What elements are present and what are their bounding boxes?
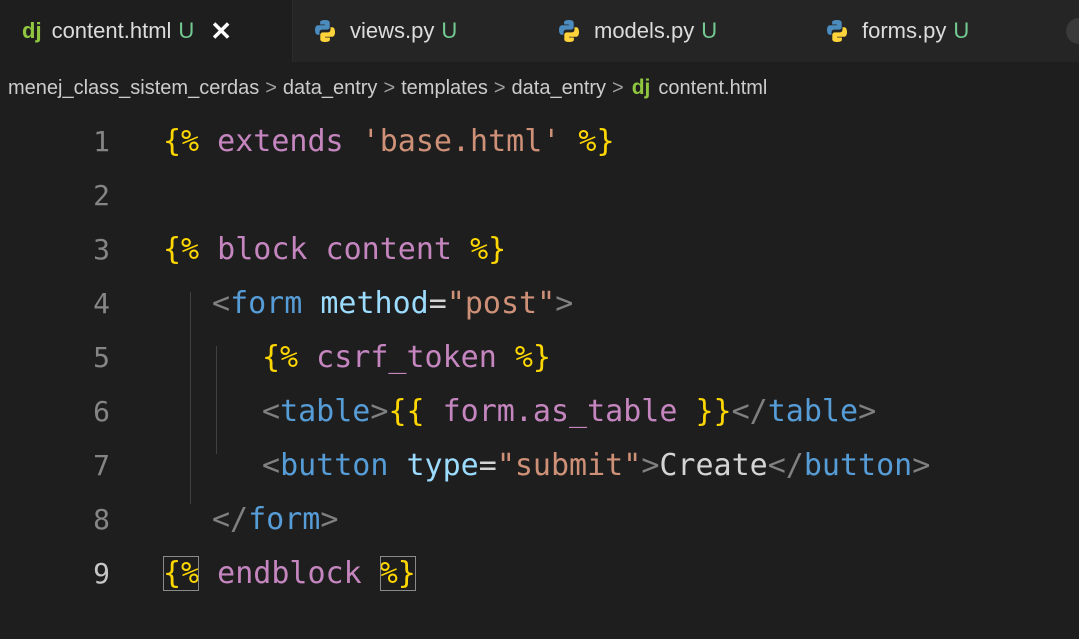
template-delimiter: {%: [262, 339, 299, 375]
code-text: </form>: [212, 502, 338, 537]
html-tag: form: [248, 501, 321, 537]
line-number: 9: [93, 556, 110, 590]
django-file-icon: dj: [631, 76, 651, 99]
matched-template-delimiter: %}: [379, 555, 416, 591]
html-attribute: method: [302, 285, 429, 321]
modified-status: U: [441, 18, 458, 43]
equals-sign: =: [428, 285, 447, 321]
breadcrumb-separator: >: [265, 76, 277, 99]
tag-bracket: >: [555, 285, 574, 321]
code-text: <table>{{ form.as_table }}</table>: [262, 394, 876, 429]
code-line[interactable]: 9 {% endblock %}: [0, 546, 1079, 600]
code-text: <button type="submit">Create</button>: [262, 448, 930, 483]
tab-label: models.py: [594, 18, 695, 43]
tag-bracket: <: [262, 393, 281, 429]
line-number: 4: [93, 286, 110, 320]
breadcrumb-separator: >: [383, 76, 396, 99]
html-tag: table: [280, 393, 371, 429]
code-line[interactable]: 7 <button type="submit">Create</button>: [0, 438, 1079, 492]
html-attribute: type: [388, 447, 479, 483]
code-text: {% csrf_token %}: [262, 340, 551, 375]
line-number: 1: [93, 124, 110, 158]
tag-bracket: <: [262, 447, 281, 483]
html-tag: button: [803, 447, 913, 483]
python-file-icon: [315, 20, 335, 42]
code-line[interactable]: 5 {% csrf_token %}: [0, 330, 1079, 384]
line-number: 2: [93, 178, 110, 212]
tab-label: content.html: [51, 18, 172, 43]
tag-bracket: >: [641, 447, 660, 483]
breadcrumb-item[interactable]: data_entry: [512, 77, 607, 100]
matched-template-delimiter: {%: [163, 555, 200, 591]
tab-content-html[interactable]: dj content.html U ✕: [0, 0, 292, 62]
overflow-tab-icon[interactable]: [1066, 18, 1079, 44]
string-literal: "post": [446, 285, 556, 321]
code-text: {% endblock %}: [163, 555, 416, 591]
editor-tab-bar: dj content.html U ✕ views.py U models.py…: [0, 0, 1079, 62]
tab-label: views.py: [350, 18, 435, 43]
template-keyword: csrf_token: [298, 339, 515, 375]
tab-models-py[interactable]: models.py U: [556, 0, 717, 62]
template-delimiter: {%: [163, 231, 200, 267]
code-text: <form method="post">: [212, 286, 573, 321]
tag-bracket: >: [858, 393, 877, 429]
template-keyword: endblock: [199, 555, 380, 591]
template-delimiter: %}: [470, 231, 507, 267]
breadcrumb-separator: >: [612, 76, 624, 99]
tab-divider: [292, 0, 293, 62]
html-tag: button: [280, 447, 389, 483]
breadcrumb-item[interactable]: menej_class_sistem_cerdas: [8, 77, 259, 100]
python-file-icon: [559, 20, 579, 42]
modified-status: U: [953, 18, 970, 43]
code-text: {% extends 'base.html' %}: [163, 124, 615, 159]
breadcrumb-separator: >: [493, 76, 506, 99]
code-text: {% block content %}: [163, 232, 506, 267]
tag-bracket: >: [912, 447, 931, 483]
tab-forms-py[interactable]: forms.py U: [824, 0, 969, 62]
text-content: Create: [659, 447, 768, 483]
template-delimiter: %}: [514, 339, 551, 375]
tag-bracket: <: [212, 285, 231, 321]
django-file-icon: dj: [22, 18, 42, 43]
tag-bracket: </: [731, 393, 768, 429]
template-delimiter: {%: [163, 123, 200, 159]
template-delimiter: {{: [388, 393, 425, 429]
python-file-icon: [827, 20, 847, 42]
breadcrumb: menej_class_sistem_cerdas > data_entry >…: [0, 62, 1079, 114]
tab-views-py[interactable]: views.py U: [312, 0, 457, 62]
string-literal: 'base.html': [361, 123, 561, 159]
tag-bracket: >: [320, 501, 339, 537]
modified-status: U: [178, 18, 195, 43]
code-line[interactable]: 1 {% extends 'base.html' %}: [0, 114, 1079, 168]
close-icon[interactable]: ✕: [210, 16, 232, 47]
html-tag: table: [767, 393, 859, 429]
line-number: 6: [93, 394, 110, 428]
code-line[interactable]: 3 {% block content %}: [0, 222, 1079, 276]
tag-bracket: </: [212, 501, 249, 537]
modified-status: U: [701, 18, 718, 43]
line-number: 5: [93, 340, 110, 374]
html-tag: form: [230, 285, 303, 321]
string-literal: "submit": [496, 447, 642, 483]
breadcrumb-item[interactable]: templates: [401, 77, 488, 100]
tag-bracket: </: [767, 447, 804, 483]
line-number: 7: [93, 448, 110, 482]
template-delimiter: %}: [560, 123, 615, 159]
line-number: 8: [93, 502, 110, 536]
code-line[interactable]: 8 </form>: [0, 492, 1079, 546]
template-variable: form.as_table: [424, 393, 696, 429]
code-line[interactable]: 6 <table>{{ form.as_table }}</table>: [0, 384, 1079, 438]
code-editor[interactable]: 1 {% extends 'base.html' %} 2 3 {% block…: [0, 114, 1079, 639]
equals-sign: =: [478, 447, 497, 483]
template-keyword: extends: [199, 123, 362, 159]
code-line[interactable]: 4 <form method="post">: [0, 276, 1079, 330]
tab-label: forms.py: [862, 18, 947, 43]
line-number: 3: [93, 232, 110, 266]
code-line[interactable]: 2: [0, 168, 1079, 222]
template-keyword: block content: [199, 231, 471, 267]
breadcrumb-item[interactable]: data_entry: [283, 77, 378, 100]
template-delimiter: }}: [695, 393, 732, 429]
breadcrumb-file[interactable]: content.html: [658, 77, 767, 100]
tag-bracket: >: [370, 393, 389, 429]
